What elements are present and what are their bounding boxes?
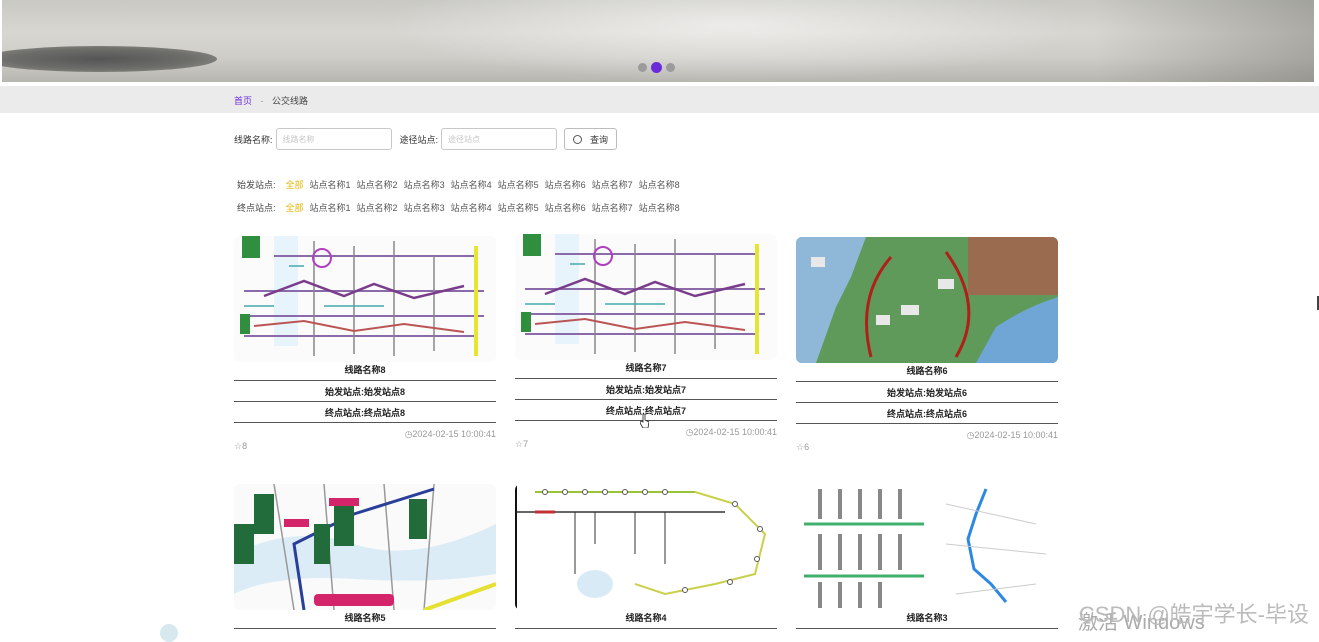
- route-time: ◷2024-02-15 10:00:41: [515, 427, 777, 438]
- route-likes-count: 6: [804, 442, 810, 452]
- start-filter-option[interactable]: 站点名称8: [639, 178, 680, 191]
- carousel-dot-active[interactable]: [651, 62, 662, 73]
- breadcrumb-current: 公交线路: [272, 96, 309, 106]
- hand-cursor-icon: [640, 414, 649, 428]
- route-time: ◷2024-02-15 10:00:41: [234, 429, 496, 440]
- star-icon: ☆: [796, 442, 805, 452]
- breadcrumb-home-link[interactable]: 首页: [234, 96, 252, 106]
- route-map-image[interactable]: [796, 484, 1058, 610]
- via-station-input[interactable]: [441, 128, 558, 150]
- end-filter-label: 终点站点:: [237, 203, 276, 213]
- route-card[interactable]: 线路名称4: [515, 484, 777, 629]
- start-filter-option[interactable]: 站点名称7: [592, 178, 633, 191]
- route-card[interactable]: 线路名称8 始发站点:始发站点8 终点站点:终点站点8 ◷2024-02-15 …: [234, 236, 496, 452]
- carousel-dot[interactable]: [666, 63, 675, 72]
- route-time: ◷2024-02-15 10:00:41: [796, 430, 1058, 441]
- route-map-image[interactable]: [796, 237, 1058, 363]
- banner-carousel[interactable]: [2, 0, 1314, 82]
- end-station-filter: 终点站点: 全部 站点名称1 站点名称2 站点名称3 站点名称4 站点名称5 站…: [237, 201, 686, 214]
- route-time-value: 2024-02-15 10:00:41: [974, 430, 1058, 440]
- end-filter-option[interactable]: 站点名称1: [310, 201, 351, 214]
- bus-route-map-icon: [234, 236, 496, 362]
- start-filter-option[interactable]: 站点名称1: [310, 178, 351, 191]
- banner-manhole-image: [2, 46, 217, 72]
- breadcrumb-bar: 首页 - 公交线路: [0, 86, 1319, 113]
- floating-circle: [160, 624, 178, 642]
- route-card[interactable]: 线路名称5: [234, 484, 496, 629]
- search-icon: [573, 134, 583, 144]
- start-filter-option-all[interactable]: 全部: [286, 178, 304, 191]
- carousel-dot[interactable]: [638, 63, 647, 72]
- star-icon: ☆: [234, 441, 243, 451]
- route-name: 线路名称4: [515, 610, 777, 629]
- route-card[interactable]: 线路名称3: [796, 484, 1058, 629]
- route-likes-count: 8: [242, 441, 248, 451]
- route-name-label: 线路名称:: [234, 134, 273, 145]
- route-map-image[interactable]: [234, 236, 496, 362]
- end-filter-option[interactable]: 站点名称3: [404, 201, 445, 214]
- route-likes[interactable]: ☆7: [515, 439, 777, 450]
- breadcrumb: 首页 - 公交线路: [234, 94, 308, 107]
- subway-line-map-icon: [515, 484, 777, 610]
- end-filter-option[interactable]: 站点名称7: [592, 201, 633, 214]
- route-start-station: 始发站点:始发站点7: [515, 379, 777, 400]
- route-schedule-map-icon: [796, 484, 1058, 610]
- carousel-dots: [638, 62, 675, 73]
- start-filter-option[interactable]: 站点名称3: [404, 178, 445, 191]
- end-filter-option[interactable]: 站点名称6: [545, 201, 586, 214]
- end-filter-option[interactable]: 站点名称8: [639, 201, 680, 214]
- start-filter-option[interactable]: 站点名称2: [357, 178, 398, 191]
- route-time-value: 2024-02-15 10:00:41: [412, 429, 496, 439]
- route-start-station: 始发站点:始发站点6: [796, 382, 1058, 403]
- start-station-filter: 始发站点: 全部 站点名称1 站点名称2 站点名称3 站点名称4 站点名称5 站…: [237, 178, 686, 191]
- route-card[interactable]: 线路名称6 始发站点:始发站点6 终点站点:终点站点6 ◷2024-02-15 …: [796, 237, 1058, 453]
- start-filter-label: 始发站点:: [237, 180, 276, 190]
- watermark: CSDN @皓宇学长-毕设: [1078, 602, 1309, 627]
- breadcrumb-separator: -: [260, 96, 264, 106]
- route-name: 线路名称8: [234, 362, 496, 381]
- route-name: 线路名称6: [796, 363, 1058, 382]
- route-start-station: 始发站点:始发站点8: [234, 381, 496, 402]
- terrain-map-icon: [796, 237, 1058, 363]
- route-name-input[interactable]: [275, 128, 392, 150]
- end-filter-option[interactable]: 站点名称5: [498, 201, 539, 214]
- start-filter-option[interactable]: 站点名称5: [498, 178, 539, 191]
- route-end-station: 终点站点:终点站点8: [234, 402, 496, 423]
- star-icon: ☆: [515, 439, 524, 449]
- route-likes[interactable]: ☆8: [234, 441, 496, 452]
- banner-shade: [1094, 0, 1314, 82]
- route-map-image[interactable]: [515, 484, 777, 610]
- route-likes[interactable]: ☆6: [796, 442, 1058, 453]
- start-filter-option[interactable]: 站点名称4: [451, 178, 492, 191]
- route-name: 线路名称7: [515, 360, 777, 379]
- start-filter-option[interactable]: 站点名称6: [545, 178, 586, 191]
- route-map-image[interactable]: [234, 484, 496, 610]
- via-station-label: 途径站点:: [399, 134, 439, 145]
- search-button-label: 查询: [590, 134, 609, 145]
- route-likes-count: 7: [523, 439, 529, 449]
- end-filter-option-all[interactable]: 全部: [286, 201, 304, 214]
- bus-route-map-icon: [234, 484, 496, 610]
- end-filter-option[interactable]: 站点名称4: [451, 201, 492, 214]
- banner-haze: [382, 0, 1082, 82]
- search-form: 线路名称: 途径站点: 查询: [234, 128, 618, 150]
- route-name: 线路名称3: [796, 610, 1058, 629]
- route-end-station: 终点站点:终点站点6: [796, 403, 1058, 424]
- route-map-image[interactable]: [515, 234, 777, 360]
- route-time-value: 2024-02-15 10:00:41: [693, 427, 777, 437]
- bus-route-map-icon: [515, 234, 777, 360]
- end-filter-option[interactable]: 站点名称2: [357, 201, 398, 214]
- search-button[interactable]: 查询: [564, 128, 618, 150]
- route-name: 线路名称5: [234, 610, 496, 629]
